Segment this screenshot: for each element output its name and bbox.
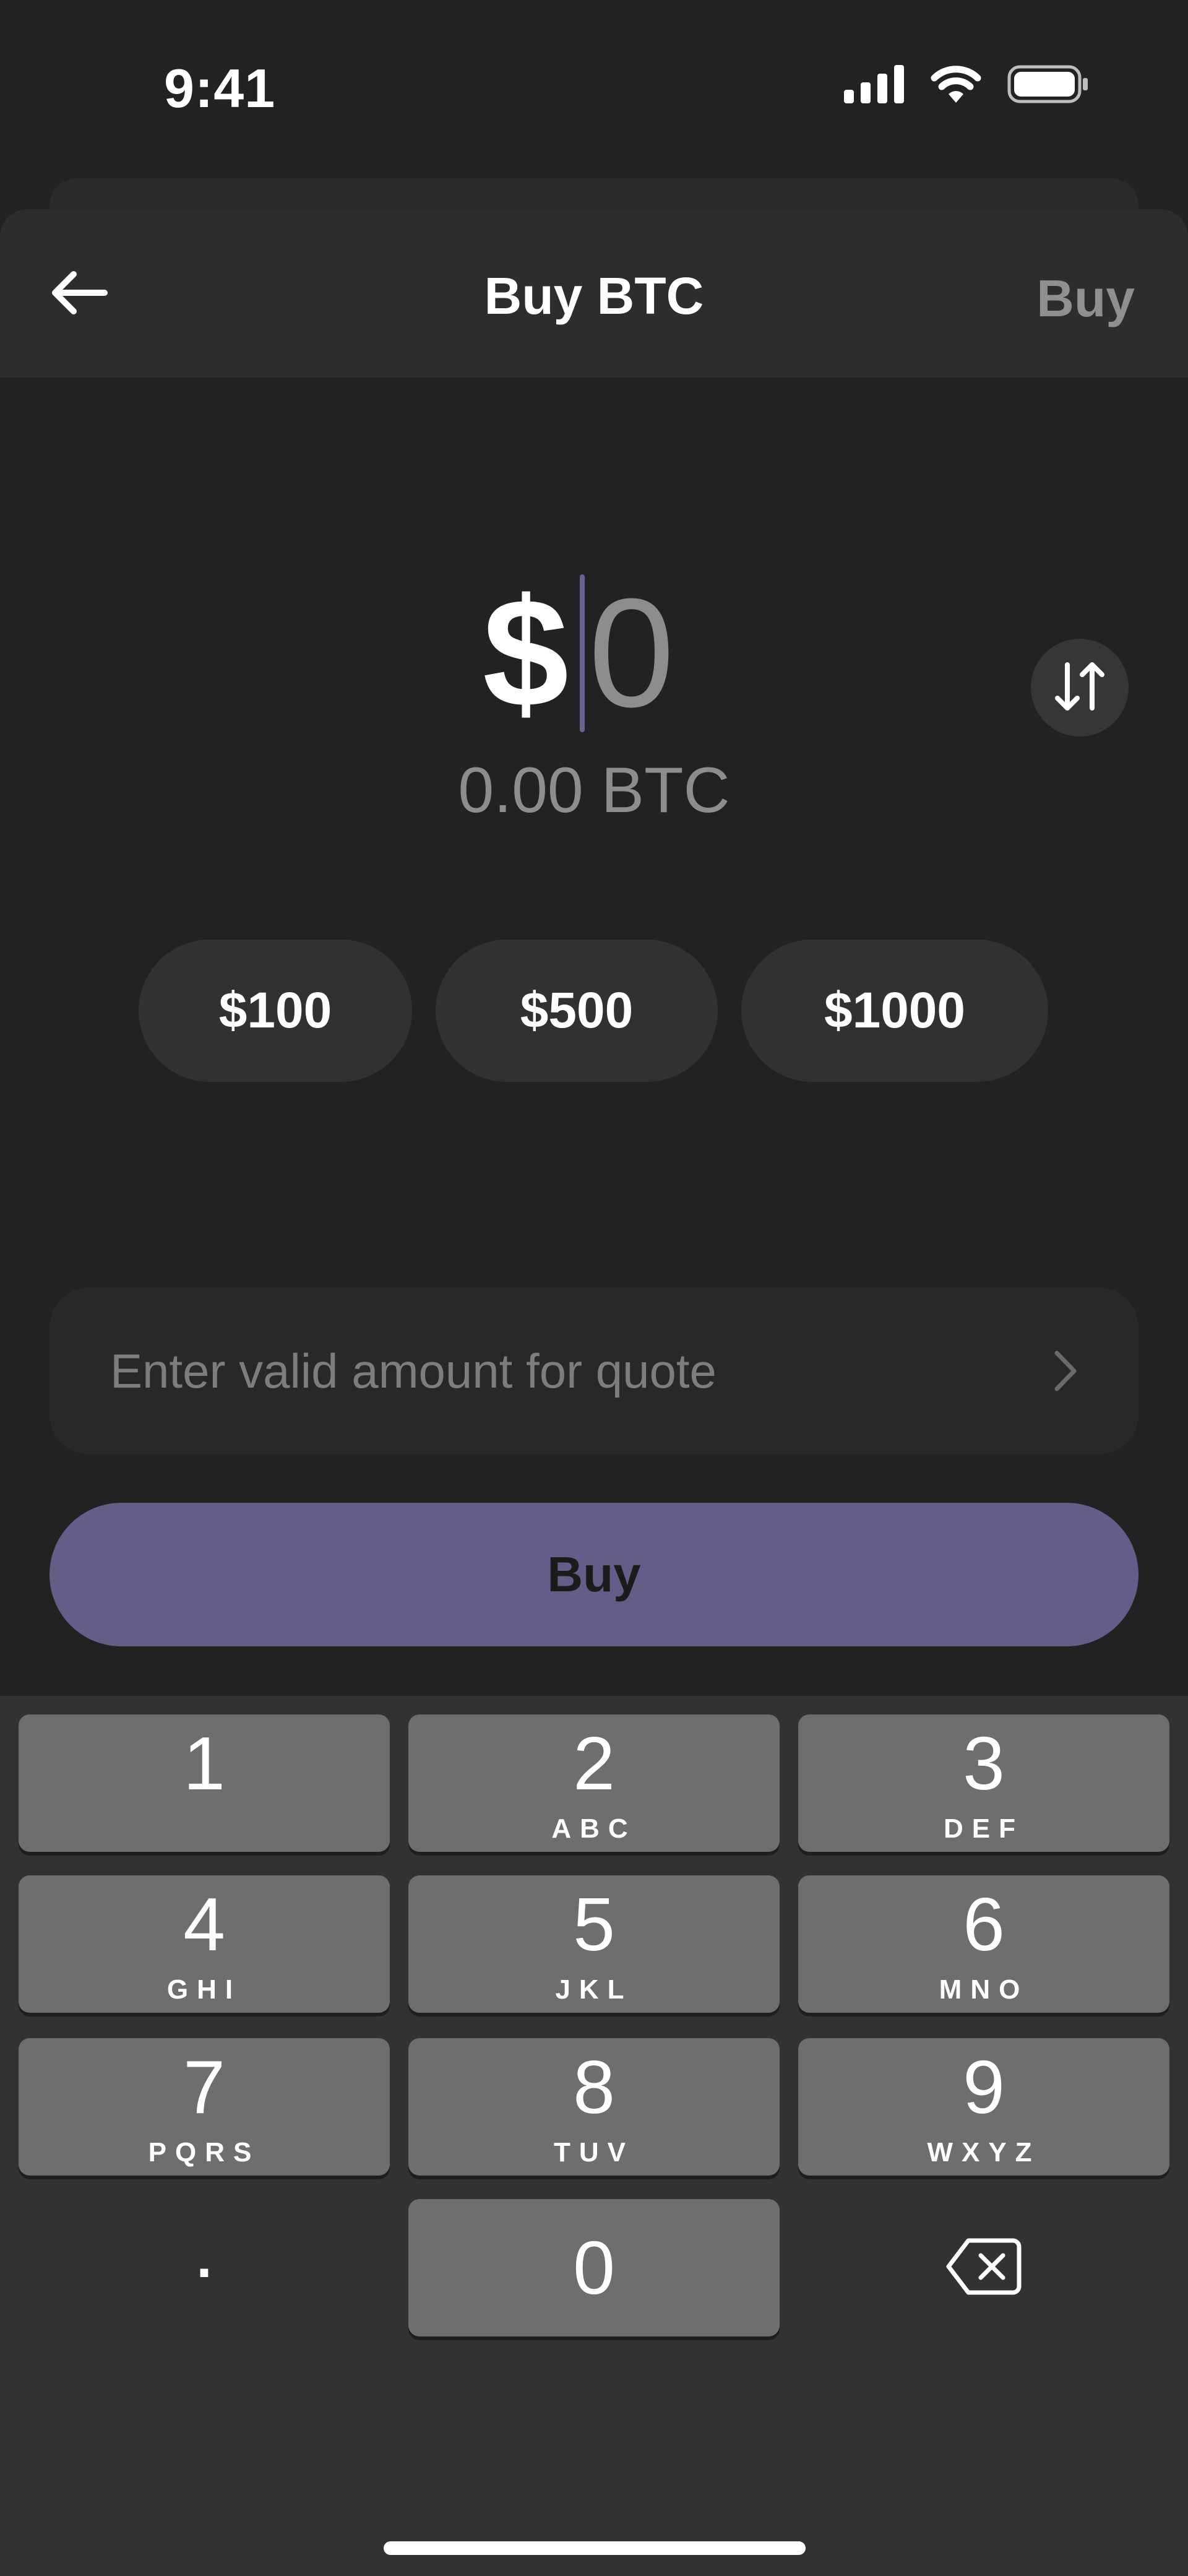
key-0[interactable]: 0: [408, 2199, 780, 2336]
key-digit: 8: [573, 2045, 615, 2129]
battery-icon: [1007, 65, 1089, 106]
key-5[interactable]: 5 JKL: [408, 1875, 780, 2013]
chevron-right-icon: [1053, 1349, 1078, 1396]
amount-value: 0: [588, 566, 675, 739]
buy-button[interactable]: Buy: [50, 1503, 1138, 1646]
key-letters: MNO: [939, 1974, 1029, 2005]
page-title: Buy BTC: [484, 267, 704, 325]
key-1[interactable]: 1: [19, 1714, 390, 1852]
key-digit: 6: [963, 1882, 1005, 1966]
key-letters: DEF: [944, 1813, 1024, 1844]
preset-1000-button[interactable]: $1000: [741, 940, 1048, 1082]
key-letters: GHI: [166, 1974, 242, 2005]
key-digit: 1: [183, 1721, 225, 1805]
quote-placeholder: Enter valid amount for quote: [110, 1344, 717, 1398]
key-6[interactable]: 6 MNO: [798, 1875, 1169, 2013]
key-letters: ABC: [551, 1813, 637, 1844]
status-icons: [844, 64, 1089, 107]
key-letters: WXYZ: [927, 2137, 1041, 2168]
nav-buy-button[interactable]: Buy: [1036, 269, 1135, 329]
amount-display[interactable]: $ 0: [0, 560, 1188, 746]
decimal-key[interactable]: .: [19, 2199, 390, 2336]
key-7[interactable]: 7 PQRS: [19, 2038, 390, 2176]
status-bar: 9:41: [0, 0, 1188, 173]
key-digit: 2: [573, 1721, 615, 1805]
key-2[interactable]: 2 ABC: [408, 1714, 780, 1852]
preset-100-button[interactable]: $100: [139, 940, 412, 1082]
currency-symbol: $: [483, 566, 569, 739]
numeric-keypad: 1 2 ABC 3 DEF 4 GHI 5 JKL 6 MNO 7 PQRS 8…: [0, 1696, 1188, 2576]
key-9[interactable]: 9 WXYZ: [798, 2038, 1169, 2176]
converted-btc-amount: 0.00 BTC: [458, 754, 730, 826]
key-8[interactable]: 8 TUV: [408, 2038, 780, 2176]
key-4[interactable]: 4 GHI: [19, 1875, 390, 2013]
key-letters: PQRS: [148, 2137, 260, 2168]
quote-row[interactable]: Enter valid amount for quote: [50, 1287, 1138, 1454]
key-digit: 0: [573, 2226, 615, 2310]
key-3[interactable]: 3 DEF: [798, 1714, 1169, 1852]
home-indicator[interactable]: [384, 2541, 806, 2555]
backspace-icon: [946, 2237, 1022, 2299]
key-letters: JKL: [555, 1974, 633, 2005]
key-digit: 9: [963, 2045, 1005, 2129]
key-letters: TUV: [554, 2137, 634, 2168]
cellular-signal-icon: [844, 65, 905, 106]
decimal-key-label: .: [196, 2227, 212, 2289]
nav-bar: Buy BTC Buy: [0, 209, 1188, 378]
key-digit: 5: [573, 1882, 615, 1966]
wifi-icon: [929, 64, 983, 107]
swap-vertical-icon: [1054, 659, 1106, 717]
swap-currency-button[interactable]: [1031, 639, 1129, 737]
status-time: 9:41: [164, 58, 276, 119]
delete-key[interactable]: [798, 2199, 1169, 2336]
text-caret: [580, 574, 585, 732]
preset-500-button[interactable]: $500: [436, 940, 718, 1082]
key-digit: 3: [963, 1721, 1005, 1805]
key-digit: 7: [183, 2045, 225, 2129]
key-digit: 4: [183, 1882, 225, 1966]
